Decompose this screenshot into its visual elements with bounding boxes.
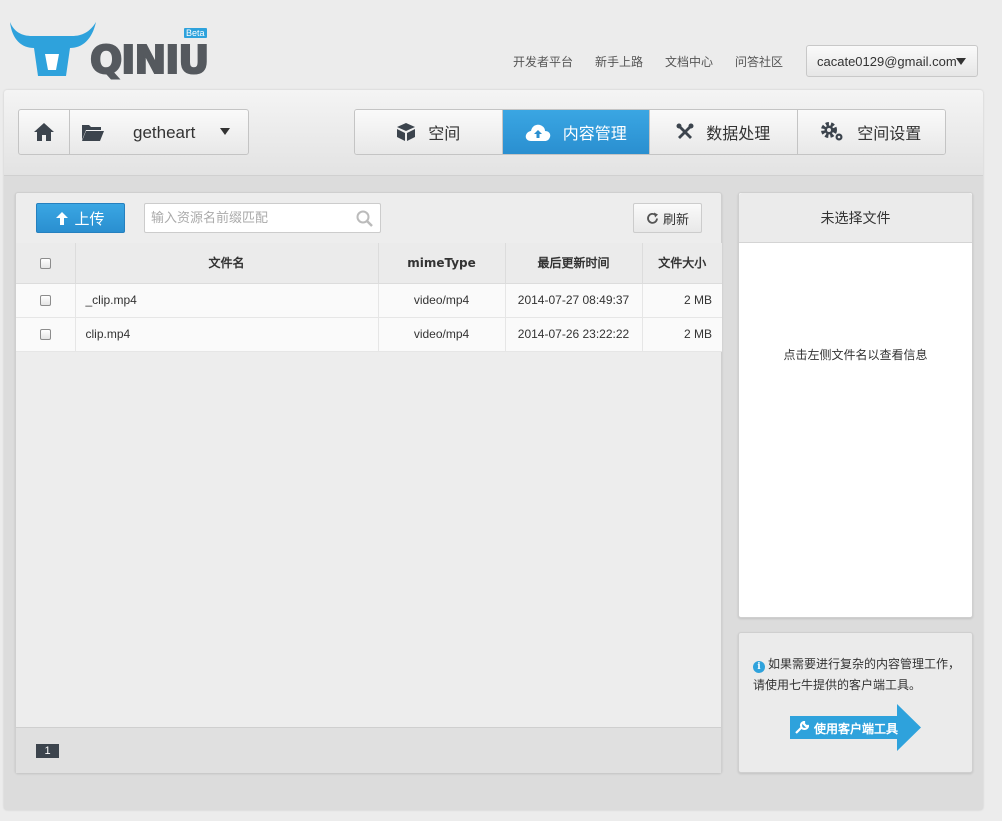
file-size: 2 MB [642, 317, 722, 352]
select-all-checkbox[interactable] [39, 257, 51, 269]
upload-button[interactable]: 上传 [36, 203, 125, 233]
client-tool-message-line1: 如果需要进行复杂的内容管理工作， [768, 657, 961, 671]
logo-wordmark: QINIU [89, 37, 210, 83]
use-client-tool-button[interactable]: 使用客户端工具 [790, 704, 923, 751]
column-header-mimetype[interactable]: mimeType [378, 243, 506, 284]
main-tabs: 空间 内容管理 数据处理 空间设置 [354, 109, 946, 155]
column-header-size[interactable]: 文件大小 [642, 243, 722, 284]
user-account-dropdown[interactable]: cacate0129@gmail.com [806, 45, 978, 77]
client-tool-message-line2: 请使用七牛提供的客户端工具。 [753, 678, 922, 692]
info-icon: i [753, 661, 765, 673]
file-info-panel: 未选择文件 点击左侧文件名以查看信息 [738, 192, 973, 618]
top-nav: 开发者平台 新手上路 文档中心 问答社区 [513, 53, 805, 70]
tab-space[interactable]: 空间 [355, 110, 503, 154]
column-header-updated[interactable]: 最后更新时间 [505, 243, 643, 284]
search-icon[interactable] [356, 210, 373, 227]
file-info-hint: 点击左侧文件名以查看信息 [783, 348, 928, 362]
pagination-bar: 1 [16, 727, 721, 773]
row-check-cell [16, 317, 76, 352]
refresh-label: 刷新 [662, 212, 689, 228]
caret-down-icon [956, 58, 966, 65]
file-updated: 2014-07-27 08:49:37 [505, 283, 643, 318]
file-updated: 2014-07-26 23:22:22 [505, 317, 643, 352]
nav-link-getting-started[interactable]: 新手上路 [595, 53, 643, 70]
beta-badge: Beta [184, 28, 207, 38]
upload-label: 上传 [74, 209, 105, 228]
row-checkbox[interactable] [39, 295, 51, 307]
caret-down-icon [220, 128, 230, 135]
client-tool-button-label: 使用客户端工具 [814, 722, 899, 736]
nav-link-docs-center[interactable]: 文档中心 [665, 53, 713, 70]
qiniu-logo[interactable]: QINIU Beta [8, 18, 218, 83]
arrow-up-icon [56, 211, 69, 225]
tab-label: 内容管理 [562, 124, 627, 143]
row-check-cell [16, 283, 76, 318]
search-box [144, 203, 381, 233]
select-all-cell [16, 243, 76, 284]
nav-link-developer-platform[interactable]: 开发者平台 [513, 53, 573, 70]
tools-icon [676, 123, 694, 139]
tab-data-processing[interactable]: 数据处理 [650, 110, 798, 154]
bucket-name: getheart [133, 123, 196, 142]
frame-toolbar: getheart 空间 内容管理 数据处理 空间设置 [4, 90, 983, 176]
column-header-filename[interactable]: 文件名 [75, 243, 379, 284]
tab-label: 空间 [428, 124, 461, 143]
file-size: 2 MB [642, 283, 722, 318]
table-header-row: 文件名 mimeType 最后更新时间 文件大小 [16, 243, 722, 284]
file-mimetype: video/mp4 [378, 317, 506, 352]
file-name[interactable]: _clip.mp4 [75, 283, 379, 318]
client-tool-box: i 如果需要进行复杂的内容管理工作， 请使用七牛提供的客户端工具。 使用客户端工具 [738, 632, 973, 773]
file-name[interactable]: clip.mp4 [75, 317, 379, 352]
table-row[interactable]: clip.mp4 video/mp4 2014-07-26 23:22:22 2… [16, 317, 722, 352]
bull-head-logo-icon [10, 22, 96, 76]
file-table: 文件名 mimeType 最后更新时间 文件大小 _clip.mp4 video… [16, 243, 722, 352]
tab-space-settings[interactable]: 空间设置 [797, 110, 945, 154]
tab-label: 空间设置 [857, 124, 922, 143]
content-panel: 上传 刷新 文件名 mimeType 最后更新时间 [15, 192, 722, 773]
wrench-icon [795, 721, 809, 734]
nav-link-qa-community[interactable]: 问答社区 [735, 53, 783, 70]
file-mimetype: video/mp4 [378, 283, 506, 318]
table-row[interactable]: _clip.mp4 video/mp4 2014-07-27 08:49:37 … [16, 283, 722, 318]
folder-open-icon [82, 125, 104, 141]
page-number-current[interactable]: 1 [36, 744, 59, 758]
client-tool-message: i 如果需要进行复杂的内容管理工作， 请使用七牛提供的客户端工具。 [753, 654, 963, 696]
search-input[interactable] [145, 204, 345, 232]
main-frame: getheart 空间 内容管理 数据处理 空间设置 上传 输入资源名前缀匹配 … [4, 90, 983, 810]
tab-label: 数据处理 [706, 124, 771, 143]
box-icon [397, 123, 416, 141]
cloud-upload-icon [525, 124, 550, 141]
refresh-button[interactable]: 刷新 [633, 203, 702, 233]
row-checkbox[interactable] [39, 329, 51, 341]
file-info-title: 未选择文件 [739, 193, 972, 243]
refresh-icon [647, 212, 658, 224]
gears-icon [821, 122, 843, 141]
bucket-selector[interactable]: getheart [18, 109, 249, 155]
home-button[interactable] [19, 110, 70, 154]
home-icon [34, 123, 54, 141]
tab-content-management[interactable]: 内容管理 [502, 110, 650, 154]
user-email: cacate0129@gmail.com [817, 54, 957, 69]
